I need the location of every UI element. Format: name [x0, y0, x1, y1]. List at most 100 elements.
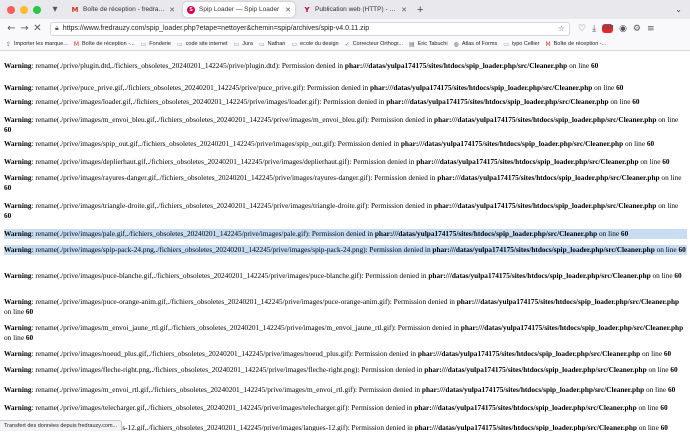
bookmark-folder[interactable]: ▭ Nathan — [259, 41, 285, 48]
lock-icon: 🔒︎ — [55, 24, 59, 32]
bookmark-item[interactable]: ▤ Eric Tabuchi — [409, 41, 448, 48]
warning-label: Warning — [4, 365, 32, 374]
address-bar[interactable]: 🔒︎ https://www.fredrauzy.com/spip_loader… — [50, 21, 570, 36]
warning-line-number: 60 — [620, 229, 629, 238]
warning-label: Warning — [4, 61, 32, 70]
warning-row: Warning: rename(./prive/images/spip-pack… — [4, 245, 687, 255]
account-icon[interactable]: ◉ — [619, 24, 627, 34]
warning-row: Warning: rename(./prive/images/triangle-… — [4, 201, 687, 221]
folder-icon: ▭ — [291, 40, 298, 48]
warning-row: Warning: rename(./prive/images/m_envoi_b… — [4, 115, 687, 135]
warning-message: : rename(./prive/images/triangle-droite.… — [31, 201, 435, 210]
extensions-icon[interactable]: ⚙ — [633, 24, 641, 34]
warning-message: : rename(./prive/images/loader.gif,./fic… — [31, 97, 387, 106]
warning-row: Warning: rename(./prive/images/loader.gi… — [4, 97, 687, 107]
bookmark-item[interactable]: M Boîte de réception -... — [74, 41, 135, 48]
warning-file-path: phar:///datas/yulpa174175/sites/htdocs/s… — [370, 83, 593, 92]
warning-line-number: 60 — [616, 83, 624, 92]
yulpa-icon: Y — [304, 5, 310, 14]
warning-file-path: phar:///datas/yulpa174175/sites/htdocs/s… — [417, 349, 641, 358]
warning-label: Warning — [4, 403, 32, 412]
warning-message: : rename(./prive/images/m_envoi_bleu.gif… — [31, 115, 435, 124]
bookmarks-bar: ⇪ Importer les marque... M Boîte de récept… — [0, 38, 690, 51]
tab-label: Spip Loader — Spip Loader — [199, 6, 280, 13]
globe-icon: ◍ — [453, 40, 459, 48]
folder-icon: ▭ — [177, 40, 183, 48]
navigation-bar: ← → ✕ 🔒︎ https://www.fredrauzy.com/spip_… — [0, 19, 690, 38]
warning-on-line: on line — [4, 307, 26, 316]
warning-row: Warning: rename(./prive/images/puce-blan… — [4, 271, 687, 281]
warning-message: : rename(./prive/images/noeud_plus.gif,.… — [31, 349, 418, 358]
warning-message: : rename(./prive/puce_prive.gif,./fichie… — [31, 83, 370, 92]
tab-publication-web[interactable]: Y Publication web (HTTP) - Visual ✕ — [299, 2, 411, 17]
folder-icon: ▭ — [503, 40, 509, 48]
warning-row: Warning: rename(./prive/images/puce-oran… — [4, 297, 687, 317]
chevron-down-icon[interactable]: ⌄ — [675, 5, 682, 14]
warning-message: : rename(./prive/images/fleche-right.png… — [31, 365, 425, 374]
warning-line-number: 60 — [660, 423, 668, 431]
warning-label: Warning — [4, 173, 32, 182]
warning-line-number: 60 — [646, 139, 655, 148]
warning-label: Warning — [4, 115, 32, 124]
warning-message: : rename(./prive/images/deplierhaut.gif,… — [31, 157, 417, 166]
warning-file-path: phar:///datas/yulpa174175/sites/htdocs/s… — [400, 139, 624, 148]
back-icon[interactable]: ← — [5, 23, 18, 34]
bookmark-folder[interactable]: ▭ Jura — [234, 41, 253, 48]
warning-row: Warning: rename(./prive/images/deplierha… — [4, 157, 687, 167]
warning-row: Warning: rename(./prive/images/spip_out.… — [4, 139, 687, 149]
gmail-icon: M — [73, 40, 80, 48]
window-minimize-button[interactable] — [20, 5, 28, 14]
warning-label: Warning — [4, 323, 32, 332]
warning-on-line: on line — [659, 173, 682, 182]
warning-line-number: 60 — [632, 97, 640, 106]
folder-icon: ▭ — [258, 40, 265, 48]
warning-label: Warning — [4, 297, 32, 306]
warning-on-line: on line — [640, 349, 664, 358]
new-tab-icon[interactable]: + — [417, 4, 423, 16]
warning-line-number: 60 — [25, 307, 34, 316]
download-icon[interactable]: ⤓ — [592, 24, 596, 34]
bookmark-item[interactable]: M Boîte de réception -... — [545, 41, 606, 48]
tab-spip-loader[interactable]: S Spip Loader — Spip Loader ✕ — [183, 2, 295, 17]
bookmark-folder[interactable]: ▭ ecole du design — [291, 41, 338, 48]
bookmark-item[interactable]: ✓ Correcteur Orthogr... — [345, 41, 403, 48]
warning-row: Warning: rename(./prive/puce_prive.gif,.… — [4, 83, 687, 93]
warning-label: Warning — [4, 157, 32, 166]
close-icon[interactable]: ✕ — [169, 6, 175, 14]
warning-on-line: on line — [656, 115, 679, 124]
warning-line-number: 60 — [25, 333, 34, 342]
warning-file-path: phar:///datas/yulpa174175/sites/htdocs/s… — [386, 97, 609, 106]
bookmark-folder[interactable]: ▭ code site internet — [177, 41, 228, 48]
warning-line-number: 60 — [4, 183, 12, 192]
bookmark-star-icon[interactable]: ☆ — [558, 24, 565, 33]
folder-icon: ▭ — [233, 40, 240, 48]
pocket-icon[interactable]: ♡ — [578, 24, 586, 34]
bookmark-folder[interactable]: ▭ Fonderie — [141, 41, 171, 48]
window-maximize-button[interactable] — [33, 5, 41, 14]
warning-on-line: on line — [644, 385, 668, 394]
warning-line-number: 60 — [667, 385, 676, 394]
warning-file-path: phar:///datas/yulpa174175/sites/htdocs/s… — [414, 423, 637, 431]
bookmark-item[interactable]: ⇪ Importer les marque... — [6, 41, 68, 48]
stop-icon[interactable]: ✕ — [31, 23, 44, 34]
menu-icon[interactable]: ≡ — [647, 24, 655, 34]
close-icon[interactable]: ✕ — [285, 6, 291, 14]
bookmark-folder[interactable]: ▭ typo Cellier — [503, 41, 539, 48]
warning-message: : rename(./prive/images/spip_out.gif,./f… — [31, 139, 401, 148]
tab-gmail[interactable]: M Boîte de réception - fredrauzy@ ✕ — [67, 2, 179, 17]
check-icon: ✓ — [344, 40, 350, 48]
forward-icon[interactable]: → — [18, 23, 31, 34]
close-icon[interactable]: ✕ — [401, 6, 407, 14]
tab-list-icon[interactable]: ▾ — [47, 3, 63, 17]
toolbar-icons: ♡ ⤓ ABP ◉ ⚙ ≡ — [578, 24, 655, 34]
bookmark-item[interactable]: ◍ Atlas of Forms — [454, 41, 498, 48]
warning-row: Warning: rename(./prive/images/fleche-ri… — [4, 365, 687, 375]
warning-line-number: 60 — [4, 125, 12, 134]
warning-on-line: on line — [636, 423, 661, 431]
warning-label: Warning — [4, 349, 32, 358]
window-close-button[interactable] — [7, 5, 15, 14]
spip-icon: S — [187, 5, 195, 14]
extension-icon[interactable]: ABP — [602, 24, 613, 33]
warning-message: : rename(./prive/images/telecharger.gif,… — [31, 403, 415, 412]
warning-file-path: phar:///datas/yulpa174175/sites/htdocs/s… — [416, 157, 639, 166]
